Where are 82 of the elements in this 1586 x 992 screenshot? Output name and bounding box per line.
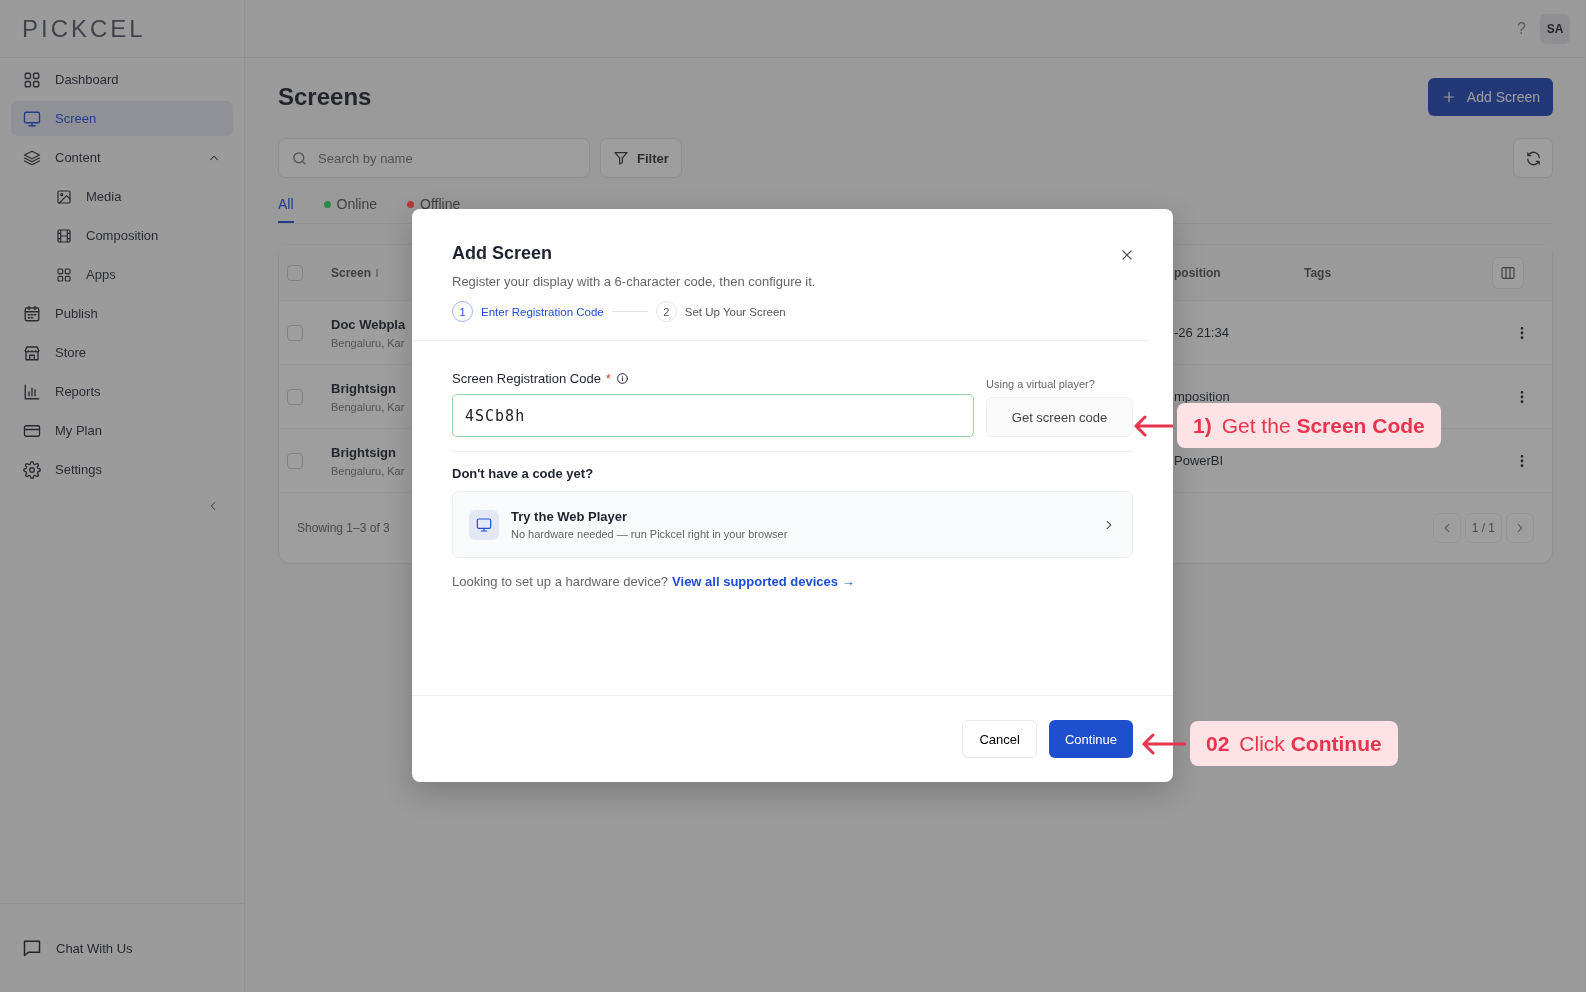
logo: PICKCEL: [22, 14, 146, 43]
supported-devices-link[interactable]: View all supported devices →: [672, 574, 855, 589]
filter-button[interactable]: Filter: [600, 138, 682, 178]
filter-icon: [613, 150, 629, 166]
column-header[interactable]: position: [1174, 265, 1221, 280]
grid-icon: [56, 266, 72, 283]
table-cell: PowerBI: [1174, 453, 1224, 468]
checkbox[interactable]: [287, 264, 303, 281]
screen-location: Bengaluru, Kar: [331, 336, 405, 349]
checkbox[interactable]: [287, 324, 303, 341]
sidebar-item[interactable]: Publish: [11, 296, 233, 331]
sidebar-item[interactable]: My Plan: [11, 413, 233, 448]
add-screen-button[interactable]: Add Screen: [1427, 78, 1553, 116]
screen-name[interactable]: Brightsign: [331, 444, 396, 460]
columns-button[interactable]: [1492, 256, 1524, 289]
search-icon: [291, 149, 308, 167]
arrow-icon: [1141, 731, 1186, 756]
step-label: Enter Registration Code: [481, 305, 604, 318]
columns-icon: [1500, 264, 1516, 281]
grid-icon: [23, 70, 41, 89]
monitor-icon: [23, 109, 41, 128]
prev-page-button[interactable]: [1432, 513, 1461, 543]
chat-link[interactable]: Chat With Us: [56, 940, 133, 956]
sidebar-item[interactable]: Settings: [11, 452, 233, 487]
sidebar-item[interactable]: Composition: [11, 218, 233, 253]
screen-name[interactable]: Doc Webpla: [331, 316, 406, 332]
virtual-player-hint: Using a virtual player?: [986, 378, 1096, 390]
calendar-icon: [23, 304, 41, 323]
search-box[interactable]: Search by name: [278, 138, 590, 178]
hardware-note: Looking to set up a hardware device?: [452, 574, 669, 589]
film-icon: [56, 227, 72, 244]
page-title: Screens: [278, 83, 372, 111]
row-count: Showing 1–3 of 3: [297, 521, 390, 535]
checkbox[interactable]: [287, 452, 303, 469]
callout-label: 02 Click Continue: [1190, 721, 1398, 766]
get-screen-code-button[interactable]: Get screen code: [986, 397, 1133, 437]
checkbox[interactable]: [287, 388, 303, 405]
sidebar-item[interactable]: Screen: [11, 101, 233, 136]
callout-label: 1) Get the Screen Code: [1177, 403, 1441, 448]
screen-location: Bengaluru, Kar: [331, 464, 405, 477]
tab[interactable]: All: [278, 188, 294, 223]
refresh-icon: [1524, 149, 1542, 167]
card-title: Try the Web Player: [511, 509, 629, 524]
field-label: Screen Registration Code: [452, 371, 601, 386]
continue-button[interactable]: Continue: [1048, 720, 1133, 758]
next-page-button[interactable]: [1506, 513, 1534, 543]
bar-chart-icon: [23, 382, 41, 401]
search-field[interactable]: Search by name: [318, 139, 577, 177]
dialog-title: Add Screen: [452, 243, 554, 264]
screen-location: Bengaluru, Kar: [331, 400, 405, 413]
store-icon: [23, 343, 41, 362]
column-header[interactable]: Tags: [1304, 265, 1332, 280]
sidebar-item[interactable]: Dashboard: [11, 62, 233, 97]
column-header[interactable]: Screen: [331, 265, 372, 280]
layers-icon: [23, 148, 41, 167]
table-cell: mposition: [1174, 389, 1230, 404]
section-heading: Don't have a code yet?: [452, 466, 595, 481]
card-subtitle: No hardware needed — run Pickcel right in your browser: [511, 528, 789, 540]
refresh-button[interactable]: [1513, 138, 1553, 178]
sidebar-item[interactable]: Content: [11, 140, 233, 175]
chat-icon: [22, 938, 42, 958]
web-player-card[interactable]: Try the Web Player No hardware needed — run Pickcel right in your browser: [452, 491, 1133, 558]
cancel-button[interactable]: Cancel: [962, 720, 1037, 758]
avatar[interactable]: SA: [1540, 13, 1570, 44]
registration-code-field[interactable]: 4SCb8h: [452, 394, 974, 437]
image-icon: [56, 188, 72, 205]
tab[interactable]: Offline: [407, 188, 461, 223]
page-indicator: 1 / 1: [1464, 513, 1502, 543]
step-label: Set Up Your Screen: [684, 305, 786, 318]
monitor-icon: [476, 516, 492, 533]
screen-name[interactable]: Brightsign: [331, 380, 396, 396]
arrow-icon: [1133, 413, 1173, 438]
dialog-subtitle: Register your display with a 6-character code, then configure it.: [452, 274, 817, 289]
sidebar-item[interactable]: Media: [11, 179, 233, 214]
sidebar-item[interactable]: Store: [11, 335, 233, 370]
sidebar-item[interactable]: Apps: [11, 257, 233, 292]
tab[interactable]: Online: [323, 188, 378, 223]
info-icon: [615, 372, 629, 385]
settings-icon: [23, 460, 41, 479]
table-cell: -26 21:34: [1174, 325, 1229, 340]
required-mark: *: [605, 371, 611, 386]
sidebar-item[interactable]: Reports: [11, 374, 233, 409]
